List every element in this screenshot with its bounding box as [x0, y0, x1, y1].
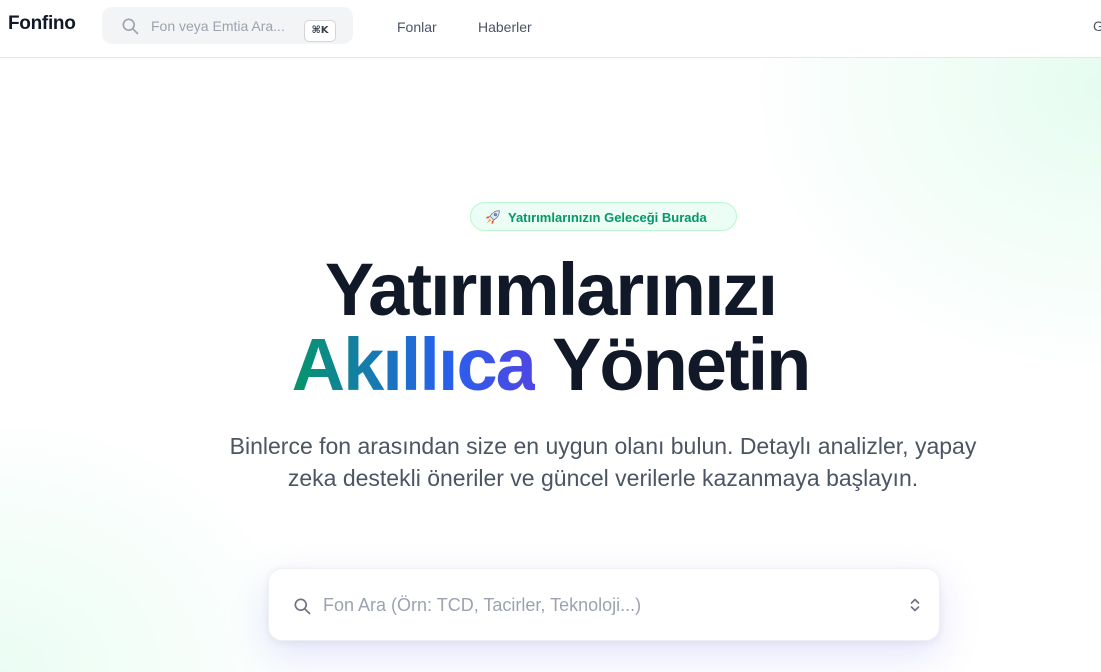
hero-section: Yatırımlarınızın Geleceği Burada Yatırım… — [0, 58, 1101, 672]
chevron-up-down-icon[interactable] — [908, 596, 922, 614]
nav-link-cut-off[interactable]: G — [1093, 18, 1101, 34]
hero-title-line-1: Yatırımlarınızı — [324, 248, 778, 331]
nav-link-fonlar[interactable]: Fonlar — [397, 19, 437, 35]
hero-subtitle: Binlerce fon arasından size en uygun ola… — [229, 433, 977, 491]
top-navbar: Fonfino Fon veya Emtia Ara... ⌘K Fonlar … — [0, 0, 1101, 58]
page: Fonfino Fon veya Emtia Ara... ⌘K Fonlar … — [0, 0, 1101, 672]
header-search-bar[interactable]: Fon veya Emtia Ara... ⌘K — [102, 7, 353, 44]
hero-badge-text: Yatırımlarınızın Geleceği Burada — [508, 210, 707, 225]
keyboard-shortcut-badge: ⌘K — [304, 20, 336, 42]
search-icon — [294, 598, 311, 615]
brand-logo[interactable]: Fonfino — [8, 13, 76, 35]
rocket-icon — [485, 210, 500, 225]
hero-title-line-2: Akıllıca Yönetin — [0, 328, 1101, 402]
header-search-placeholder: Fon veya Emtia Ara... — [151, 18, 285, 34]
hero-badge: Yatırımlarınızın Geleceği Burada — [470, 202, 737, 231]
hero-fund-search[interactable]: Fon Ara (Örn: TCD, Tacirler, Teknoloji..… — [268, 568, 940, 641]
nav-link-haberler[interactable]: Haberler — [478, 19, 532, 35]
hero-search-placeholder: Fon Ara (Örn: TCD, Tacirler, Teknoloji..… — [323, 595, 642, 615]
hero-title-highlight: Akıllıca — [291, 323, 537, 406]
hero-title-line-2-rest: Yönetin — [552, 323, 811, 406]
search-icon — [122, 18, 139, 35]
